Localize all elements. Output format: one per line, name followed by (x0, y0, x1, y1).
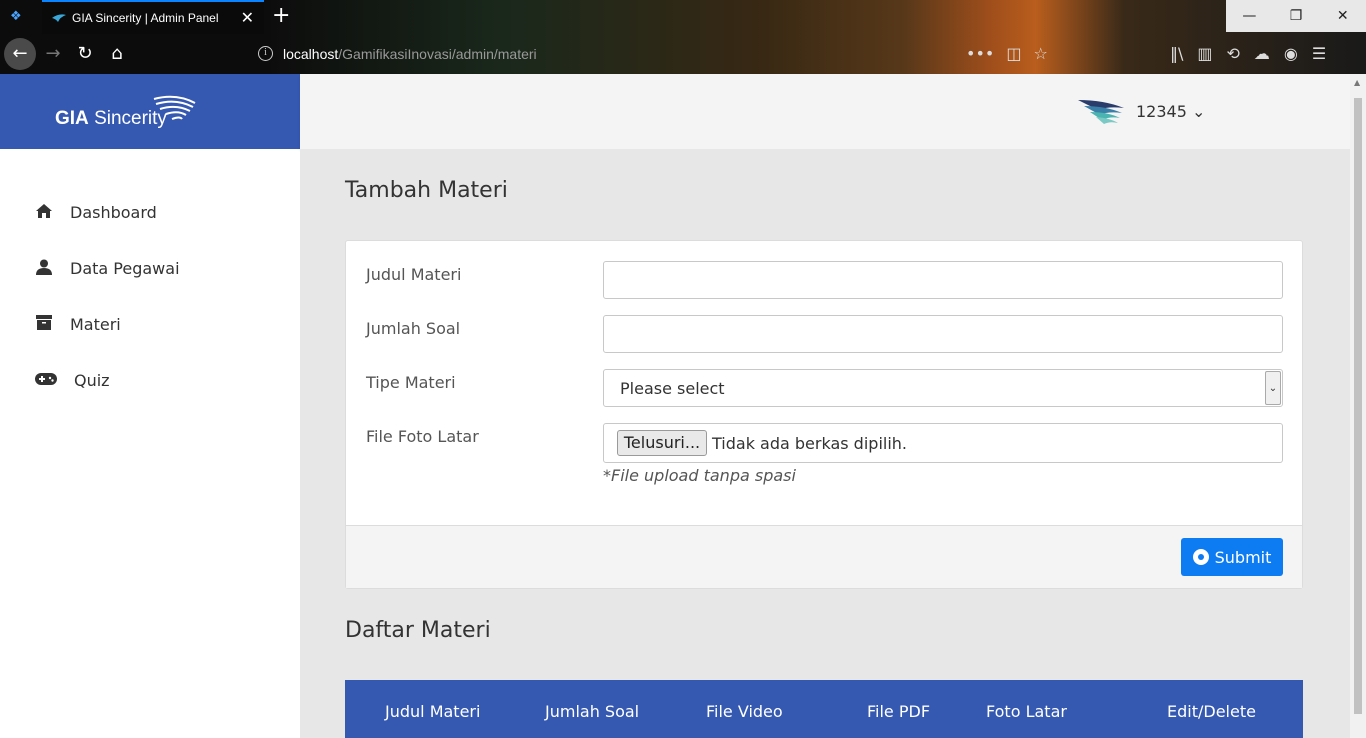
browser-tab-active[interactable]: GIA Sincerity | Admin Panel ✕ (42, 0, 264, 34)
browser-chrome: ❖ GIA Sincerity | Admin Panel ✕ + — ❐ ✕ … (0, 0, 1366, 74)
archive-icon (35, 315, 53, 333)
sidebar-item-data-pegawai[interactable]: Data Pegawai (35, 256, 180, 280)
tab-close-icon[interactable]: ✕ (241, 8, 254, 27)
column-header-edit-delete[interactable]: Edit/Delete (1167, 702, 1256, 721)
column-header-jumlah-soal[interactable]: Jumlah Soal (545, 702, 639, 721)
sidebar: Dashboard Data Pegawai Materi Quiz (0, 149, 300, 738)
scroll-up-icon[interactable]: ▲ (1354, 78, 1360, 87)
vertical-scrollbar[interactable]: ▲ (1350, 74, 1366, 738)
nav-toolbar: ← → ↻ ⌂ i localhost/GamifikasiInovasi/ad… (0, 34, 1366, 74)
chevron-down-icon[interactable]: ⌄ (1265, 371, 1281, 405)
table-header (345, 680, 1303, 738)
tipe-materi-selected: Please select (620, 379, 725, 398)
sidebar-item-dashboard[interactable]: Dashboard (35, 200, 157, 224)
user-menu-dropdown[interactable]: 12345 ⌄ (1136, 102, 1205, 121)
new-tab-button[interactable]: + (272, 3, 290, 28)
page-title: Tambah Materi (345, 178, 508, 203)
menu-hamburger-icon[interactable]: ☰ (1312, 44, 1326, 63)
sidebar-item-label: Quiz (74, 370, 110, 390)
column-header-foto-latar[interactable]: Foto Latar (986, 702, 1067, 721)
brand-logo-text[interactable]: GIA Sincerity (55, 108, 167, 130)
gamepad-icon (35, 371, 57, 389)
judul-materi-input[interactable] (603, 261, 1283, 299)
url-host: localhost (283, 46, 339, 62)
user-icon (35, 259, 53, 277)
home-button-icon[interactable]: ⌂ (101, 38, 133, 70)
form-card-footer (346, 525, 1302, 588)
submit-label: Submit (1214, 547, 1272, 567)
back-arrow-icon[interactable]: ← (4, 38, 36, 70)
url-path: /GamifikasiInovasi/admin/materi (338, 46, 537, 62)
home-icon (35, 203, 53, 221)
tab-list-icon[interactable]: ❖ (10, 9, 28, 25)
bookmark-star-icon[interactable]: ☆ (1033, 44, 1047, 63)
garuda-wing-icon (153, 95, 196, 120)
jumlah-soal-label: Jumlah Soal (366, 319, 461, 338)
list-title: Daftar Materi (345, 618, 491, 643)
file-foto-latar-label: File Foto Latar (366, 427, 479, 446)
more-actions-icon[interactable]: ••• (966, 44, 994, 63)
extension-icon[interactable]: ☁ (1254, 44, 1270, 63)
file-upload-hint: *File upload tanpa spasi (603, 466, 796, 485)
sidebar-item-label: Dashboard (70, 202, 157, 222)
window-controls: — ❐ ✕ (1226, 0, 1366, 32)
pocket-icon[interactable]: ◫ (1006, 44, 1021, 63)
column-header-file-pdf[interactable]: File PDF (867, 702, 930, 721)
reload-icon[interactable]: ↻ (69, 38, 101, 70)
site-info-icon[interactable]: i (258, 46, 273, 61)
column-header-judul-materi[interactable]: Judul Materi (385, 702, 480, 721)
library-icon[interactable]: ‖\ (1170, 44, 1183, 63)
browse-file-button[interactable]: Telusuri... (617, 430, 707, 456)
file-foto-latar-input[interactable]: Telusuri... Tidak ada berkas dipilih. (603, 423, 1283, 463)
sidebar-item-label: Data Pegawai (70, 258, 180, 278)
judul-materi-label: Judul Materi (366, 265, 462, 284)
account-icon[interactable]: ◉ (1284, 44, 1298, 63)
restore-icon[interactable]: ❐ (1273, 0, 1320, 32)
forward-arrow-icon[interactable]: → (37, 38, 69, 70)
url-actions: ••• ◫ ☆ (966, 44, 1048, 63)
url-bar[interactable]: localhost/GamifikasiInovasi/admin/materi (283, 46, 537, 62)
tab-title: GIA Sincerity | Admin Panel (72, 11, 219, 25)
file-status-text: Tidak ada berkas dipilih. (712, 434, 907, 453)
sidebar-toggle-icon[interactable]: ▥ (1197, 44, 1212, 63)
toolbar-right-icons: ‖\ ▥ ⟲ ☁ ◉ ☰ (1170, 44, 1326, 63)
minimize-icon[interactable]: — (1226, 0, 1273, 32)
close-window-icon[interactable]: ✕ (1319, 0, 1366, 32)
favicon-icon (52, 14, 66, 22)
tab-strip: ❖ GIA Sincerity | Admin Panel ✕ + — ❐ ✕ (0, 0, 1366, 34)
tipe-materi-label: Tipe Materi (366, 373, 456, 392)
scrollbar-thumb[interactable] (1354, 98, 1362, 714)
jumlah-soal-input[interactable] (603, 315, 1283, 353)
sidebar-item-quiz[interactable]: Quiz (35, 368, 110, 392)
circle-dot-icon (1192, 549, 1209, 565)
submit-button[interactable]: Submit (1181, 538, 1283, 576)
sidebar-item-label: Materi (70, 314, 121, 334)
user-avatar-logo (1078, 100, 1124, 124)
tipe-materi-select[interactable]: Please select ⌄ (603, 369, 1283, 407)
brand-name-bold: GIA (55, 108, 89, 129)
sync-icon[interactable]: ⟲ (1227, 44, 1240, 63)
column-header-file-video[interactable]: File Video (706, 702, 783, 721)
sidebar-item-materi[interactable]: Materi (35, 312, 121, 336)
